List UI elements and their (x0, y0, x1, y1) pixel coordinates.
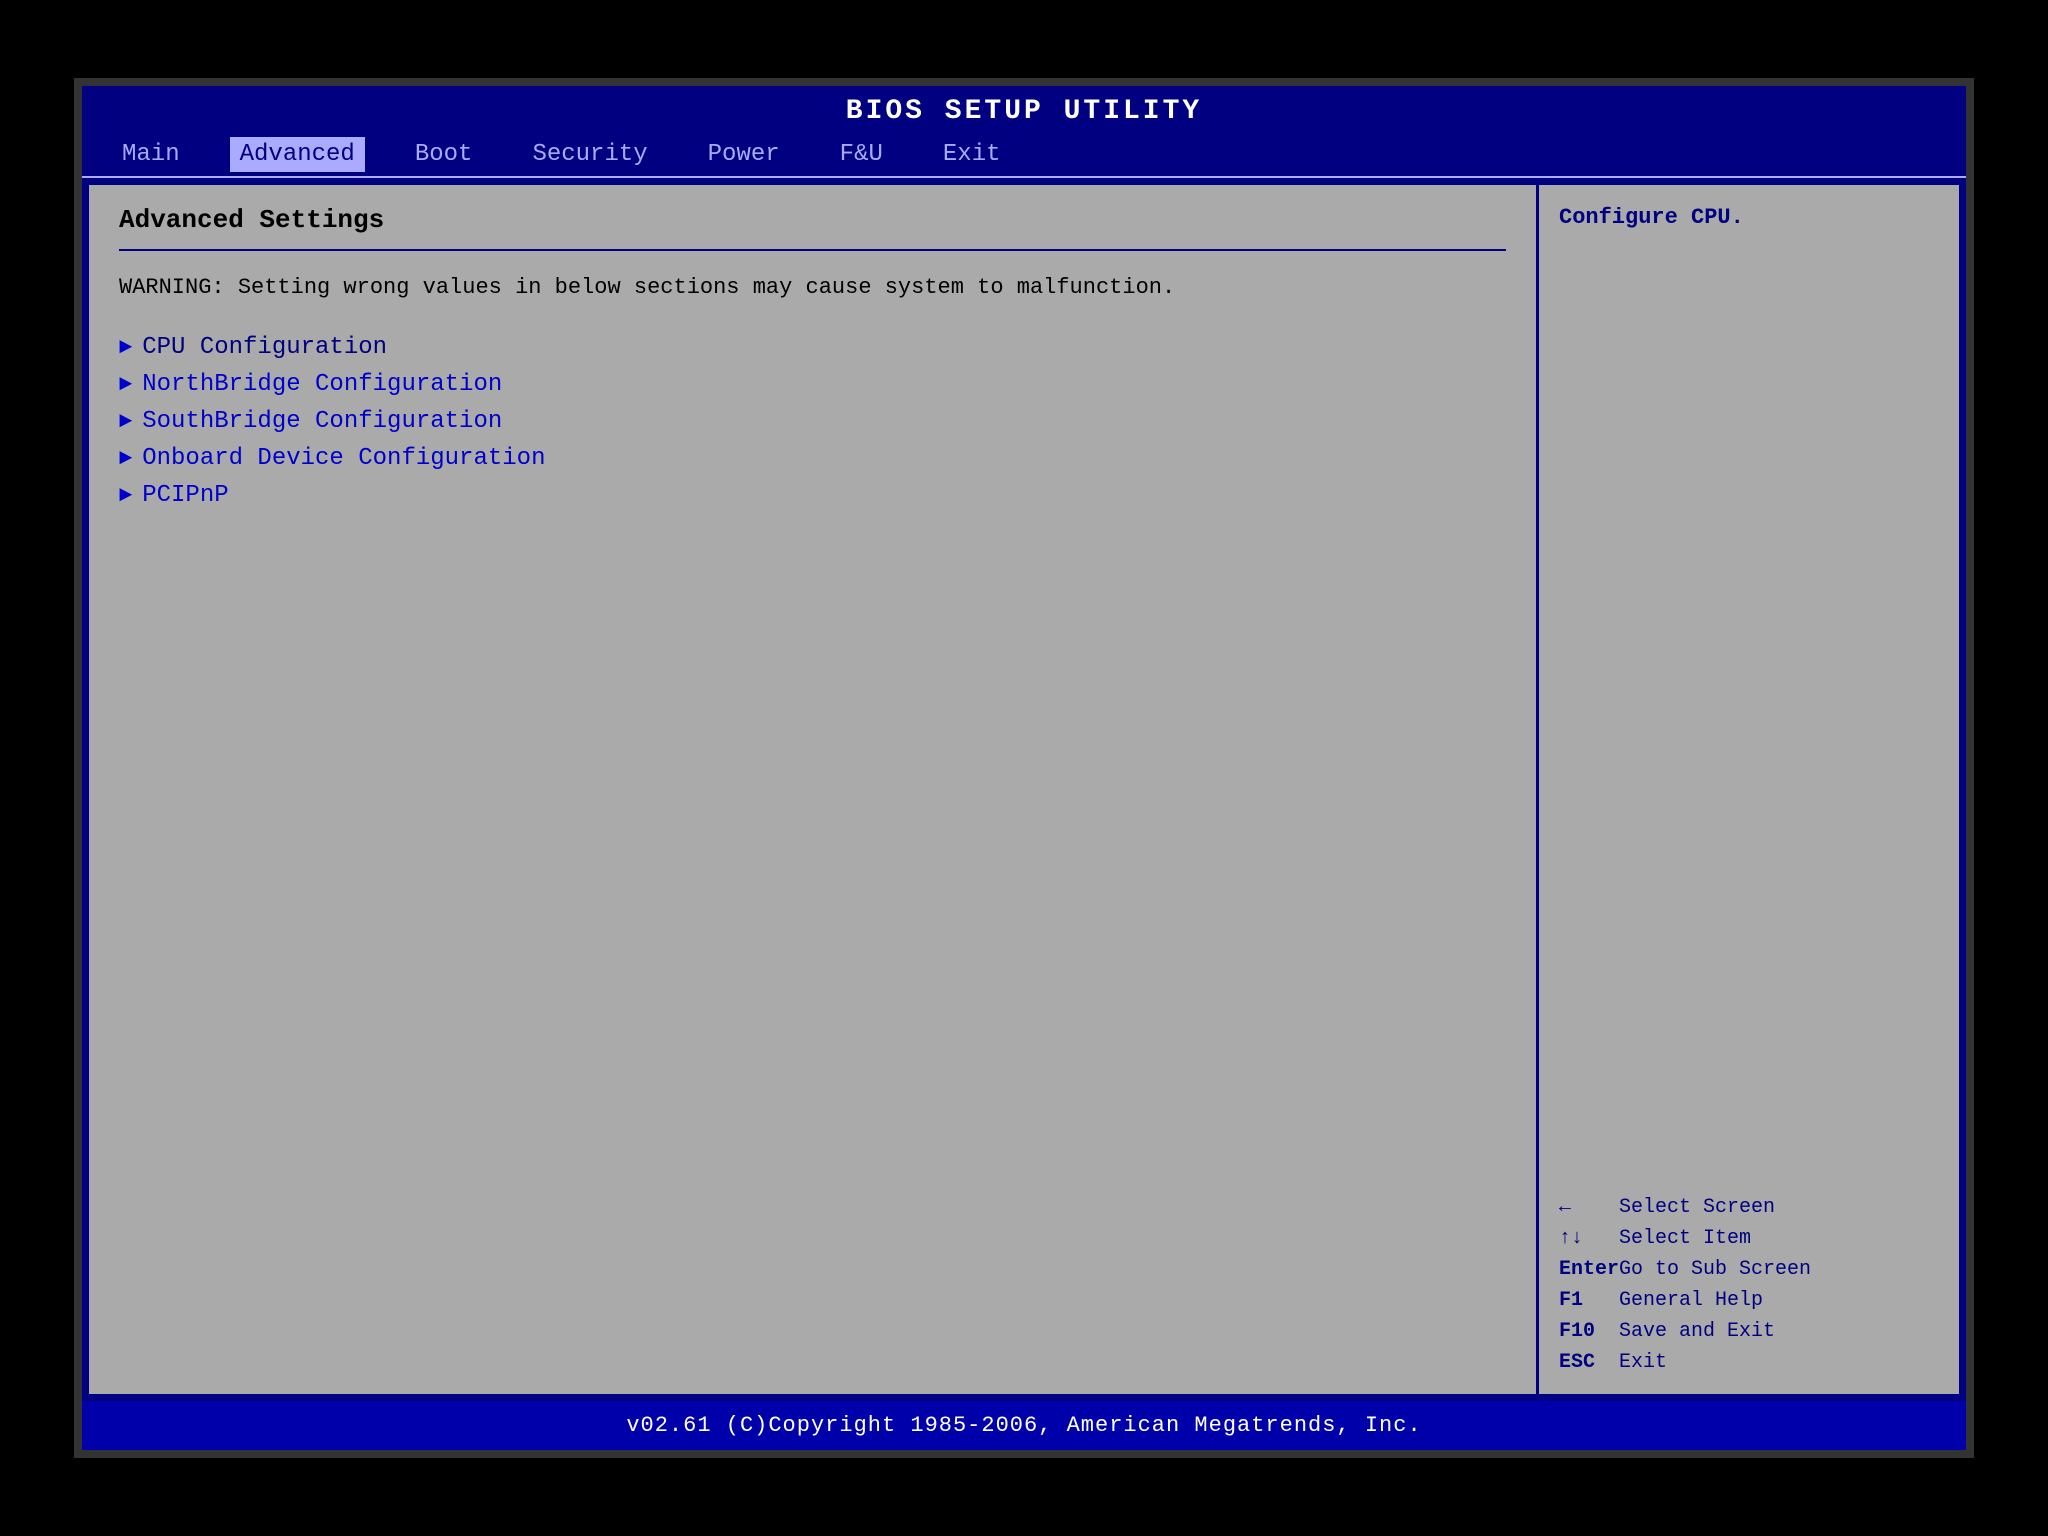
key-enter: Enter (1559, 1258, 1619, 1281)
key-hints: ← Select Screen ↑↓ Select Item Enter Go … (1559, 1196, 1939, 1374)
footer: v02.61 (C)Copyright 1985-2006, American … (82, 1401, 1966, 1450)
arrow-icon-onboard: ► (119, 446, 132, 471)
bios-screen: BIOS SETUP UTILITY Main Advanced Boot Se… (74, 78, 1974, 1458)
key-esc: ESC (1559, 1351, 1619, 1374)
key-hint-esc: ESC Exit (1559, 1351, 1939, 1374)
menu-item-northbridge-label: NorthBridge Configuration (142, 371, 502, 398)
nav-tab-advanced[interactable]: Advanced (230, 137, 365, 172)
menu-item-cpu-label: CPU Configuration (142, 334, 387, 361)
section-title: Advanced Settings (119, 205, 1506, 235)
arrow-icon-northbridge: ► (119, 372, 132, 397)
menu-item-southbridge-label: SouthBridge Configuration (142, 408, 502, 435)
menu-item-onboard-label: Onboard Device Configuration (142, 445, 545, 472)
key-up-down: ↑↓ (1559, 1227, 1619, 1250)
key-f1: F1 (1559, 1289, 1619, 1312)
divider (119, 249, 1506, 251)
key-enter-desc: Go to Sub Screen (1619, 1258, 1811, 1281)
arrow-icon-southbridge: ► (119, 409, 132, 434)
menu-item-pcipnp-label: PCIPnP (142, 482, 228, 509)
warning-text: WARNING: Setting wrong values in below s… (119, 271, 1506, 304)
key-hint-select-screen: ← Select Screen (1559, 1196, 1939, 1219)
bios-title: BIOS SETUP UTILITY (82, 86, 1966, 133)
nav-tab-fu[interactable]: F&U (830, 137, 893, 172)
key-select-screen-desc: Select Screen (1619, 1196, 1775, 1219)
key-left-arrow: ← (1559, 1196, 1619, 1219)
key-f10: F10 (1559, 1320, 1619, 1343)
key-select-item-desc: Select Item (1619, 1227, 1751, 1250)
nav-bar: Main Advanced Boot Security Power F&U Ex… (82, 133, 1966, 178)
nav-tab-power[interactable]: Power (698, 137, 790, 172)
key-hint-f10: F10 Save and Exit (1559, 1320, 1939, 1343)
nav-tab-exit[interactable]: Exit (933, 137, 1011, 172)
key-f1-desc: General Help (1619, 1289, 1763, 1312)
menu-item-southbridge[interactable]: ► SouthBridge Configuration (119, 408, 1506, 435)
menu-item-northbridge[interactable]: ► NorthBridge Configuration (119, 371, 1506, 398)
menu-items-list: ► CPU Configuration ► NorthBridge Config… (119, 334, 1506, 509)
arrow-icon-cpu: ► (119, 335, 132, 360)
key-hint-select-item: ↑↓ Select Item (1559, 1227, 1939, 1250)
nav-tab-boot[interactable]: Boot (405, 137, 483, 172)
right-panel: Configure CPU. ← Select Screen ↑↓ Select… (1539, 185, 1959, 1394)
key-esc-desc: Exit (1619, 1351, 1667, 1374)
key-f10-desc: Save and Exit (1619, 1320, 1775, 1343)
main-content: Advanced Settings WARNING: Setting wrong… (86, 182, 1962, 1397)
nav-tab-security[interactable]: Security (522, 137, 657, 172)
menu-item-onboard[interactable]: ► Onboard Device Configuration (119, 445, 1506, 472)
help-text: Configure CPU. (1559, 205, 1939, 230)
nav-tab-main[interactable]: Main (112, 137, 190, 172)
menu-item-pcipnp[interactable]: ► PCIPnP (119, 482, 1506, 509)
left-panel: Advanced Settings WARNING: Setting wrong… (89, 185, 1539, 1394)
menu-item-cpu[interactable]: ► CPU Configuration (119, 334, 1506, 361)
arrow-icon-pcipnp: ► (119, 483, 132, 508)
key-hint-f1: F1 General Help (1559, 1289, 1939, 1312)
key-hint-enter: Enter Go to Sub Screen (1559, 1258, 1939, 1281)
